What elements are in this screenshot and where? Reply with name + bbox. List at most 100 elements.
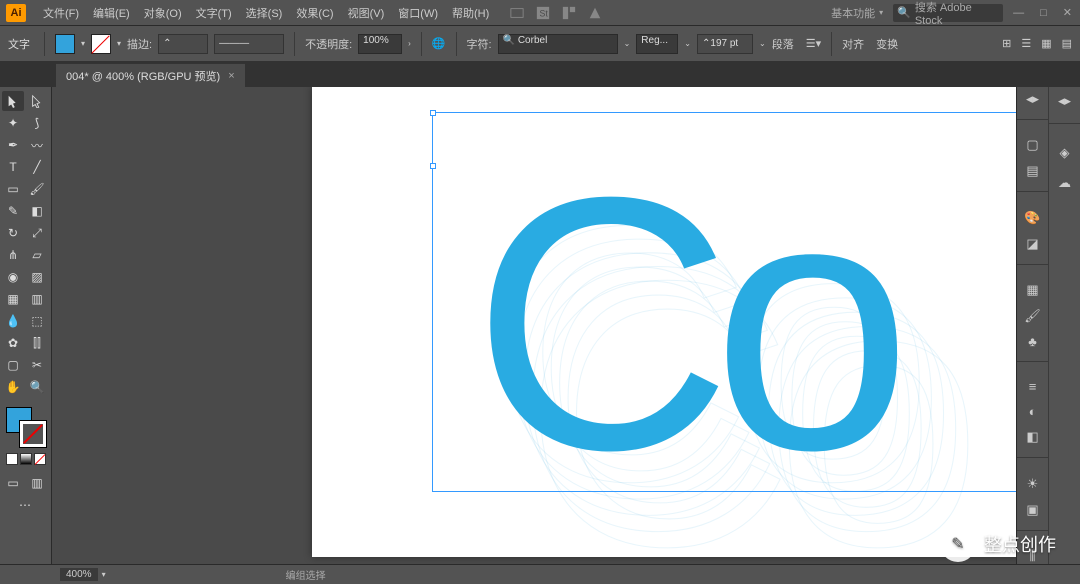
layers-panel-icon[interactable]: ◈ — [1055, 143, 1075, 163]
stroke-swatch[interactable] — [91, 34, 111, 54]
stroke-color-box[interactable] — [20, 421, 46, 447]
direct-selection-tool[interactable] — [26, 91, 48, 111]
fill-swatch[interactable] — [55, 34, 75, 54]
hand-tool[interactable]: ✋ — [2, 377, 24, 397]
fill-stroke-indicator[interactable] — [6, 407, 46, 447]
status-mode: 编组选择 — [286, 567, 326, 582]
isolate-icon[interactable]: ⊞ — [1002, 37, 1011, 50]
menubar: Ai 文件(F) 编辑(E) 对象(O) 文字(T) 选择(S) 效果(C) 视… — [0, 0, 1080, 25]
width-tool[interactable]: ⋔ — [2, 245, 24, 265]
window-close[interactable]: ✕ — [1063, 6, 1072, 19]
color-mode-none[interactable] — [34, 453, 46, 465]
transform-label[interactable]: 变换 — [876, 36, 898, 52]
menu-view[interactable]: 视图(V) — [341, 5, 392, 21]
font-style-input[interactable]: Reg... — [636, 34, 678, 54]
type-tool[interactable]: T — [2, 157, 24, 177]
tab-close-icon[interactable]: × — [228, 70, 234, 82]
menu-effect[interactable]: 效果(C) — [289, 5, 340, 21]
character-label: 字符: — [467, 36, 492, 52]
zoom-level[interactable]: 400% — [60, 568, 98, 581]
eyedropper-tool[interactable]: 💧 — [2, 311, 24, 331]
gradient-tool[interactable]: ▥ — [26, 289, 48, 309]
appearance-panel-icon[interactable]: ☀ — [1023, 476, 1043, 492]
workspace-switcher[interactable]: 基本功能 ▾ — [831, 5, 883, 21]
symbol-sprayer-tool[interactable]: ✿ — [2, 333, 24, 353]
graphic-styles-panel-icon[interactable]: ▣ — [1023, 502, 1043, 518]
font-size-input[interactable]: ⌃ 197 pt — [697, 34, 753, 54]
window-min[interactable]: — — [1013, 6, 1024, 19]
lasso-tool[interactable]: ⟆ — [26, 113, 48, 133]
graph-tool[interactable]: ⫿⫿ — [26, 333, 48, 353]
snap-icon[interactable]: ▦ — [1041, 37, 1051, 50]
menu-type[interactable]: 文字(T) — [189, 5, 239, 21]
curvature-tool[interactable]: 〰 — [26, 135, 48, 155]
panel-toggle-icon[interactable]: ◂▸ — [1055, 91, 1075, 111]
gpu-icon[interactable] — [588, 6, 602, 20]
menu-edit[interactable]: 编辑(E) — [86, 5, 137, 21]
slice-tool[interactable]: ✂ — [26, 355, 48, 375]
document-tab[interactable]: 004* @ 400% (RGB/GPU 预览) × — [56, 63, 245, 87]
menu-select[interactable]: 选择(S) — [239, 5, 290, 21]
font-family-input[interactable]: 🔍 Corbel — [498, 34, 618, 54]
color-guide-panel-icon[interactable]: ◪ — [1023, 236, 1043, 252]
opacity-input[interactable]: 100% — [358, 34, 402, 54]
artboards-panel-icon[interactable]: ▢ — [1023, 137, 1043, 153]
screen-mode-normal[interactable]: ▭ — [2, 473, 24, 493]
artboard-tool[interactable]: ▢ — [2, 355, 24, 375]
stroke-profile[interactable]: ——— — [214, 34, 284, 54]
panel-toggle-icon[interactable]: ◂▸ — [1023, 91, 1043, 107]
paragraph-align-icon[interactable]: ☰▾ — [806, 37, 821, 50]
align-label[interactable]: 对齐 — [842, 36, 864, 52]
libraries-panel-icon[interactable]: ☁ — [1055, 173, 1075, 193]
scale-tool[interactable]: ⤢ — [26, 223, 48, 243]
prefs-icon[interactable]: ▤ — [1062, 37, 1072, 50]
toolbox: ✦⟆ ✒〰 T╱ ▭🖌 ✎◧ ↻⤢ ⋔▱ ◉▨ ▦▥ 💧⬚ ✿⫿⫿ ▢✂ ✋🔍 … — [0, 87, 52, 564]
paintbrush-tool[interactable]: 🖌 — [26, 179, 48, 199]
menu-object[interactable]: 对象(O) — [137, 5, 189, 21]
color-panel-icon[interactable]: 🎨 — [1023, 210, 1043, 226]
rectangle-tool[interactable]: ▭ — [2, 179, 24, 199]
free-transform-tool[interactable]: ▱ — [26, 245, 48, 265]
perspective-tool[interactable]: ▨ — [26, 267, 48, 287]
menu-file[interactable]: 文件(F) — [36, 5, 86, 21]
stroke-panel-icon[interactable]: ≡ — [1023, 379, 1043, 394]
rotate-tool[interactable]: ↻ — [2, 223, 24, 243]
stock-icon[interactable]: St — [536, 6, 550, 20]
selection-handle[interactable] — [430, 110, 436, 116]
edit-toolbar[interactable]: ⋯ — [2, 495, 48, 515]
screen-mode-toggle[interactable]: ▥ — [26, 473, 48, 493]
transparency-panel-icon[interactable]: ◧ — [1023, 429, 1043, 445]
shaper-tool[interactable]: ✎ — [2, 201, 24, 221]
window-max[interactable]: □ — [1040, 6, 1047, 19]
recolor-icon[interactable]: 🌐 — [432, 37, 446, 50]
paragraph-label[interactable]: 段落 — [772, 36, 794, 52]
panel-dock-left: ◂▸ ▢ ▤ 🎨 ◪ ▦ 🖌 ♣ ≡ ◐ ◧ ☀ ▣ ⫼ — [1016, 87, 1048, 564]
swatches-panel-icon[interactable]: ▦ — [1023, 282, 1043, 298]
canvas[interactable]: Co Co Co Co Co Co — [52, 87, 1016, 564]
color-mode-solid[interactable] — [6, 453, 18, 465]
menu-toolbar-icons: St — [510, 6, 602, 20]
selection-tool[interactable] — [2, 91, 24, 111]
selection-handle[interactable] — [430, 163, 436, 169]
gradient-panel-icon[interactable]: ◐ — [1023, 404, 1043, 419]
shape-builder-tool[interactable]: ◉ — [2, 267, 24, 287]
mesh-tool[interactable]: ▦ — [2, 289, 24, 309]
zoom-tool[interactable]: 🔍 — [26, 377, 48, 397]
symbols-panel-icon[interactable]: ♣ — [1023, 334, 1043, 349]
search-stock[interactable]: 🔍 搜索 Adobe Stock — [893, 4, 1003, 22]
watermark-text: 整点创作 — [984, 531, 1056, 557]
arrange-icon[interactable] — [562, 6, 576, 20]
blend-tool[interactable]: ⬚ — [26, 311, 48, 331]
menu-help[interactable]: 帮助(H) — [445, 5, 496, 21]
menu-window[interactable]: 窗口(W) — [391, 5, 445, 21]
stroke-weight[interactable]: ⌃ — [158, 34, 208, 54]
eraser-tool[interactable]: ◧ — [26, 201, 48, 221]
bridge-icon[interactable] — [510, 6, 524, 20]
brushes-panel-icon[interactable]: 🖌 — [1023, 308, 1043, 324]
color-mode-gradient[interactable] — [20, 453, 32, 465]
asset-panel-icon[interactable]: ▤ — [1023, 163, 1043, 179]
pen-tool[interactable]: ✒ — [2, 135, 24, 155]
line-tool[interactable]: ╱ — [26, 157, 48, 177]
edit-icon[interactable]: ☰ — [1021, 37, 1031, 50]
magic-wand-tool[interactable]: ✦ — [2, 113, 24, 133]
